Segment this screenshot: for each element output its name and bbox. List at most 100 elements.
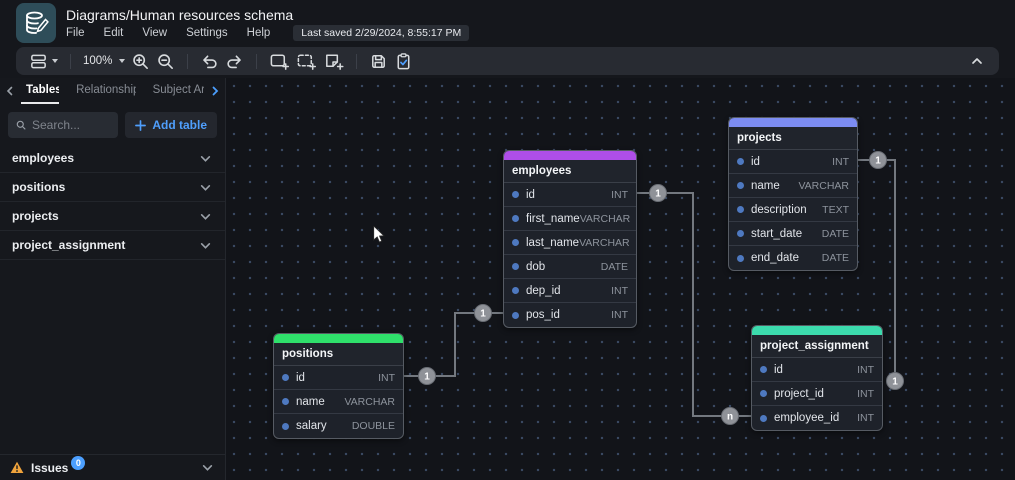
db-table-positions[interactable]: positions id INT name VARCHAR salary DOUBLE bbox=[273, 333, 404, 439]
warning-icon bbox=[10, 461, 24, 473]
diagram-canvas[interactable]: 1n1111 employees id INT first_name VARCHAR la… bbox=[226, 78, 1015, 480]
zoom-in-icon bbox=[133, 53, 149, 69]
table-field-project_id[interactable]: project_id INT bbox=[752, 382, 882, 406]
tabs-scroll-left-button[interactable] bbox=[4, 78, 15, 104]
table-field-dep_id[interactable]: dep_id INT bbox=[504, 279, 636, 303]
database-pencil-icon bbox=[26, 11, 49, 34]
field-type: DATE bbox=[821, 227, 849, 240]
svg-text:n: n bbox=[727, 412, 733, 423]
add-table-button[interactable]: Add table bbox=[125, 112, 217, 138]
field-dot-icon bbox=[512, 311, 519, 319]
add-note-tool-button[interactable] bbox=[320, 49, 347, 73]
zoom-in-button[interactable] bbox=[128, 49, 153, 73]
table-field-dob[interactable]: dob DATE bbox=[504, 255, 636, 279]
zoom-out-icon bbox=[158, 53, 174, 69]
undo-icon bbox=[203, 54, 218, 68]
db-table-projects[interactable]: projects id INT name VARCHAR description TEXT s… bbox=[728, 117, 858, 271]
save-button[interactable] bbox=[366, 49, 391, 73]
table-field-name[interactable]: name VARCHAR bbox=[729, 174, 857, 198]
sidebar-item-positions[interactable]: positions bbox=[0, 173, 225, 202]
issues-panel-toggle[interactable]: Issues 0 bbox=[0, 454, 225, 480]
table-field-employee_id[interactable]: employee_id INT bbox=[752, 406, 882, 430]
add-area-tool-button[interactable] bbox=[293, 49, 320, 73]
search-input[interactable] bbox=[31, 118, 111, 132]
field-name: name bbox=[751, 179, 780, 192]
menu-bar: File Edit View Settings Help Last saved … bbox=[66, 25, 470, 41]
menu-settings[interactable]: Settings bbox=[186, 27, 228, 39]
field-type: INT bbox=[857, 387, 874, 400]
issues-count-badge: 0 bbox=[71, 455, 86, 470]
cardinality-label: 1 bbox=[886, 372, 904, 390]
field-name: name bbox=[296, 395, 325, 408]
save-icon bbox=[372, 54, 386, 68]
toolbar-divider bbox=[256, 53, 258, 69]
menu-help[interactable]: Help bbox=[247, 27, 271, 39]
table-field-start_date[interactable]: start_date DATE bbox=[729, 222, 857, 246]
table-color-strip bbox=[752, 326, 882, 335]
table-field-id[interactable]: id INT bbox=[504, 183, 636, 207]
add-table-label: Add table bbox=[152, 118, 207, 132]
db-table-employees[interactable]: employees id INT first_name VARCHAR last_name… bbox=[503, 150, 637, 328]
add-area-icon bbox=[298, 54, 317, 70]
field-type: TEXT bbox=[822, 203, 849, 216]
table-field-end_date[interactable]: end_date DATE bbox=[729, 246, 857, 270]
tab-subject-areas[interactable]: Subject Are bbox=[148, 78, 204, 104]
collapse-header-button[interactable] bbox=[965, 49, 989, 73]
undo-button[interactable] bbox=[197, 49, 222, 73]
table-field-salary[interactable]: salary DOUBLE bbox=[274, 414, 403, 438]
sidebar-item-projects[interactable]: projects bbox=[0, 202, 225, 231]
table-field-first_name[interactable]: first_name VARCHAR bbox=[504, 207, 636, 231]
table-field-id[interactable]: id INT bbox=[274, 366, 403, 390]
tabs-scroll-right-button[interactable] bbox=[210, 78, 221, 104]
svg-text:1: 1 bbox=[875, 156, 881, 167]
field-dot-icon bbox=[512, 215, 519, 222]
field-name: id bbox=[774, 363, 783, 376]
tab-tables[interactable]: Tables bbox=[21, 78, 60, 104]
sidebar-item-employees[interactable]: employees bbox=[0, 144, 225, 173]
sidebar-table-list: employees positions projects project_ass… bbox=[0, 144, 225, 260]
field-dot-icon bbox=[282, 422, 289, 430]
diagram-list-icon bbox=[31, 54, 46, 68]
table-field-pos_id[interactable]: pos_id INT bbox=[504, 303, 636, 327]
redo-button[interactable] bbox=[222, 49, 247, 73]
toolbar-divider bbox=[356, 53, 358, 69]
table-field-name[interactable]: name VARCHAR bbox=[274, 390, 403, 414]
search-icon bbox=[16, 120, 26, 130]
todo-button[interactable] bbox=[391, 49, 416, 73]
add-note-icon bbox=[326, 54, 344, 70]
field-type: INT bbox=[611, 284, 628, 297]
field-name: project_id bbox=[774, 387, 824, 400]
diagram-list-button[interactable] bbox=[26, 49, 61, 73]
zoom-out-button[interactable] bbox=[153, 49, 178, 73]
table-field-description[interactable]: description TEXT bbox=[729, 198, 857, 222]
app-logo[interactable] bbox=[16, 3, 56, 43]
relationship-positions-to-employees[interactable] bbox=[404, 312, 503, 377]
table-color-strip bbox=[729, 118, 857, 127]
menu-view[interactable]: View bbox=[142, 27, 167, 39]
chevron-up-icon bbox=[972, 58, 982, 64]
table-field-last_name[interactable]: last_name VARCHAR bbox=[504, 231, 636, 255]
db-table-project_assignment[interactable]: project_assignment id INT project_id INT empl… bbox=[751, 325, 883, 431]
zoom-level-dropdown[interactable]: 100% bbox=[80, 49, 128, 73]
page-title: Diagrams/Human resources schema bbox=[66, 7, 294, 23]
field-type: VARCHAR bbox=[579, 236, 630, 249]
table-title: projects bbox=[729, 127, 857, 150]
table-field-id[interactable]: id INT bbox=[752, 358, 882, 382]
field-name: last_name bbox=[526, 236, 580, 249]
menu-file[interactable]: File bbox=[66, 27, 85, 39]
toolbar-divider bbox=[187, 53, 189, 69]
field-dot-icon bbox=[737, 206, 744, 213]
field-type: VARCHAR bbox=[344, 395, 395, 408]
field-dot-icon bbox=[737, 158, 744, 165]
toolbar-divider bbox=[70, 53, 71, 69]
add-table-tool-button[interactable] bbox=[266, 49, 293, 73]
tab-relationships[interactable]: Relationships bbox=[71, 78, 135, 104]
table-title: employees bbox=[504, 160, 636, 183]
svg-text:1: 1 bbox=[892, 377, 898, 388]
field-name: dob bbox=[526, 260, 546, 273]
menu-edit[interactable]: Edit bbox=[104, 27, 124, 39]
search-box[interactable] bbox=[8, 112, 119, 138]
sidebar-item-project-assignment[interactable]: project_assignment bbox=[0, 231, 225, 260]
table-field-id[interactable]: id INT bbox=[729, 150, 857, 174]
field-dot-icon bbox=[512, 239, 519, 246]
